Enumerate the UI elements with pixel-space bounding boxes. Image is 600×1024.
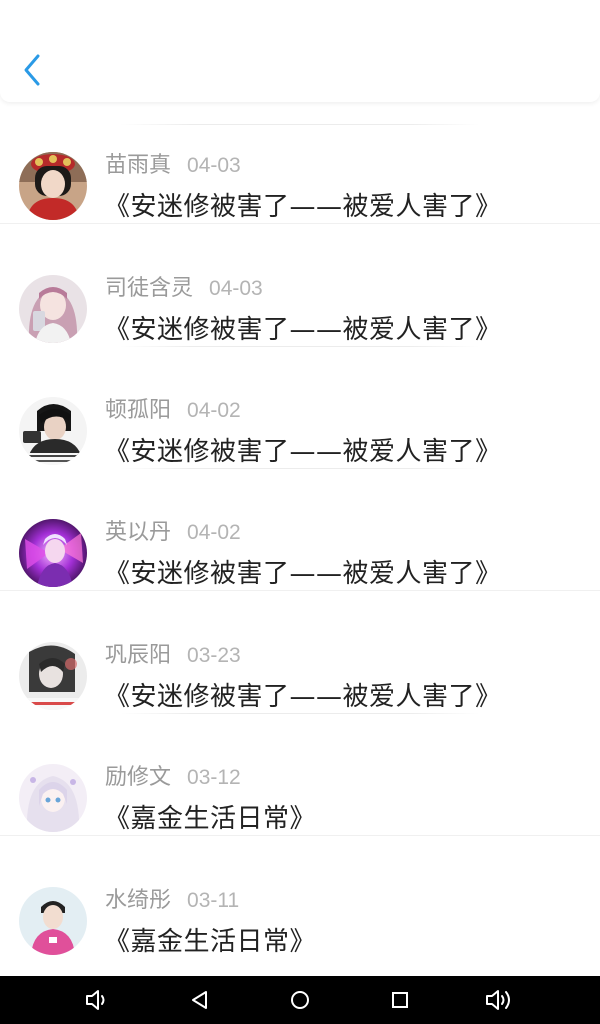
username: 苗雨真 (105, 153, 172, 178)
system-navigation-bar (0, 976, 600, 1024)
username: 巩辰阳 (105, 643, 172, 668)
volume-up-icon (486, 990, 510, 1010)
username: 励修文 (105, 765, 172, 790)
book-title[interactable]: 《嘉金生活日常》 (104, 921, 316, 958)
username: 顿孤阳 (105, 398, 172, 423)
book-title[interactable]: 《安迷修被害了——被爱人害了》 (104, 186, 502, 223)
book-title[interactable]: 《安迷修被害了——被爱人害了》 (104, 553, 502, 590)
book-title[interactable]: 《嘉金生活日常》 (104, 798, 316, 835)
list-item[interactable]: 水绮彤 03-11 《嘉金生活日常》 (0, 837, 600, 959)
comment-date: 04-02 (187, 399, 241, 422)
volume-down-button[interactable] (73, 976, 121, 1024)
book-title[interactable]: 《安迷修被害了——被爱人害了》 (104, 431, 502, 468)
home-nav-button[interactable] (276, 976, 324, 1024)
list-item[interactable]: 苗雨真 04-03 《安迷修被害了——被爱人害了》 (0, 102, 600, 224)
comment-date: 03-23 (187, 644, 241, 667)
comment-date: 04-03 (209, 277, 263, 300)
volume-up-button[interactable] (476, 976, 524, 1024)
list-item[interactable]: 英以丹 04-02 《安迷修被害了——被爱人害了》 (0, 469, 600, 591)
avatar[interactable] (19, 642, 87, 710)
comment-date: 03-12 (187, 766, 241, 789)
top-app-bar (0, 0, 600, 102)
volume-down-icon (86, 990, 105, 1010)
avatar[interactable] (19, 397, 87, 465)
back-button[interactable] (14, 48, 50, 92)
back-triangle-icon (192, 991, 207, 1009)
avatar[interactable] (19, 519, 87, 587)
home-circle-icon (291, 991, 309, 1009)
list-item[interactable]: 巩辰阳 03-23 《安迷修被害了——被爱人害了》 (0, 592, 600, 714)
book-title[interactable]: 《安迷修被害了——被爱人害了》 (104, 309, 502, 346)
username: 水绮彤 (105, 888, 172, 913)
avatar[interactable] (19, 764, 87, 832)
comment-date: 03-11 (187, 889, 240, 912)
avatar[interactable] (19, 152, 87, 220)
back-nav-button[interactable] (176, 976, 224, 1024)
recents-square-icon (392, 992, 408, 1008)
username: 英以丹 (105, 520, 172, 545)
list-item[interactable]: 顿孤阳 04-02 《安迷修被害了——被爱人害了》 (0, 347, 600, 469)
divider (0, 223, 600, 224)
comment-date: 04-03 (187, 154, 241, 177)
comment-date: 04-02 (187, 521, 241, 544)
avatar[interactable] (19, 887, 87, 955)
screen: 苗雨真 04-03 《安迷修被害了——被爱人害了》 司徒含灵 04-03 《安迷… (0, 0, 600, 1024)
list-item[interactable]: 司徒含灵 04-03 《安迷修被害了——被爱人害了》 (0, 225, 600, 347)
recents-nav-button[interactable] (376, 976, 424, 1024)
list-item[interactable]: 励修文 03-12 《嘉金生活日常》 (0, 714, 600, 836)
username: 司徒含灵 (105, 276, 194, 301)
avatar[interactable] (19, 275, 87, 343)
chevron-left-icon (24, 54, 40, 86)
divider (0, 590, 600, 591)
book-title[interactable]: 《安迷修被害了——被爱人害了》 (104, 676, 502, 713)
divider (0, 835, 600, 836)
